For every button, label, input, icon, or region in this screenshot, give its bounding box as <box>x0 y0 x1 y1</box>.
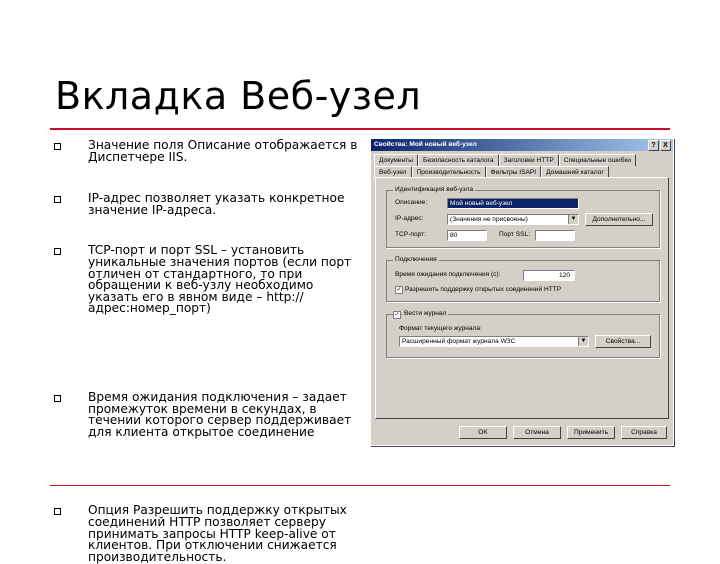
chevron-down-icon[interactable]: ▼ <box>568 215 578 224</box>
identification-group-title: Идентификация веб-узла <box>393 186 476 193</box>
timeout-label: Время ожидания подключения (с): <box>395 271 501 278</box>
apply-button[interactable]: Применить <box>567 426 615 439</box>
dialog-title: Свойства: Мой новый веб-узел <box>374 141 477 148</box>
identification-group: Идентификация веб-узла Описание: Мой нов… <box>386 186 660 248</box>
bullet-item: Значение поля Описание отображается в Ди… <box>40 139 360 163</box>
dialog-titlebar[interactable]: Свойства: Мой новый веб-узел ? X <box>371 139 673 151</box>
help-icon[interactable]: ? <box>648 140 659 151</box>
connections-group: Подключения Время ожидания подключения (… <box>386 256 660 302</box>
log-properties-button[interactable]: Свойства... <box>595 335 651 348</box>
bullet-item: IP-адрес позволяет указать конкретное зн… <box>40 192 360 216</box>
description-input[interactable]: Мой новый веб-узел <box>447 198 579 209</box>
bullet-item: TCP-порт и порт SSL – установить уникаль… <box>40 244 360 315</box>
ssl-port-label: Порт SSL: <box>499 231 531 238</box>
square-bullet-icon <box>54 394 61 402</box>
log-format-select[interactable]: Расширенный формат журнала W3C ▼ <box>399 336 589 347</box>
title-divider <box>50 128 670 130</box>
square-bullet-icon <box>54 248 61 256</box>
tabs-row-1: Документы Безопасность каталога Заголовк… <box>374 154 636 166</box>
tabs-row-2: Веб-узел Производительность Фильтры ISAP… <box>374 166 609 178</box>
tab-panel: Идентификация веб-узла Описание: Мой нов… <box>375 177 669 419</box>
ip-select[interactable]: (Значения не присвоены) ▼ <box>447 214 579 225</box>
footer-divider <box>50 485 670 486</box>
tab-http-headers[interactable]: Заголовки HTTP <box>498 154 559 166</box>
help-button[interactable]: Справка <box>621 426 667 439</box>
tab-custom-errors[interactable]: Специальные ошибки <box>558 154 636 166</box>
tab-documents[interactable]: Документы <box>374 154 418 166</box>
chevron-down-icon[interactable]: ▼ <box>578 337 588 346</box>
advanced-button[interactable]: Дополнительно... <box>585 213 653 226</box>
ok-button[interactable]: OK <box>459 426 507 439</box>
slide-title: Вкладка Веб-узел <box>55 74 422 118</box>
bullet-list: Значение поля Описание отображается в Ди… <box>40 139 360 563</box>
keepalive-label: Разрешить поддержку открытых соединений … <box>405 286 562 293</box>
cancel-button[interactable]: Отмена <box>513 426 561 439</box>
tab-directory-security[interactable]: Безопасность каталога <box>418 154 499 166</box>
log-format-label: Формат текущего журнала: <box>399 325 482 332</box>
timeout-input[interactable]: 120 <box>523 270 575 281</box>
close-icon[interactable]: X <box>660 140 671 151</box>
tcp-port-input[interactable]: 80 <box>447 230 487 241</box>
bullet-item: Время ожидания подключения – задает пром… <box>40 391 360 438</box>
ssl-port-input[interactable] <box>535 230 575 241</box>
tcp-port-label: TCP-порт: <box>395 231 426 238</box>
enable-logging-label: Вести журнал <box>402 310 449 317</box>
logging-group: ✓ Вести журнал Формат текущего журнала: … <box>386 310 660 358</box>
connections-group-title: Подключения <box>393 256 439 263</box>
description-label: Описание: <box>395 199 428 206</box>
ip-label: IP-адрес: <box>395 215 424 222</box>
square-bullet-icon <box>54 143 61 150</box>
properties-dialog: Свойства: Мой новый веб-узел ? X Докумен… <box>370 138 674 446</box>
bullet-item: Опция Разрешить поддержку открытых соеди… <box>40 504 360 563</box>
keepalive-checkbox[interactable]: ✓ <box>395 286 403 294</box>
enable-logging-checkbox[interactable]: ✓ <box>393 311 401 319</box>
square-bullet-icon <box>54 196 61 204</box>
square-bullet-icon <box>54 508 61 516</box>
